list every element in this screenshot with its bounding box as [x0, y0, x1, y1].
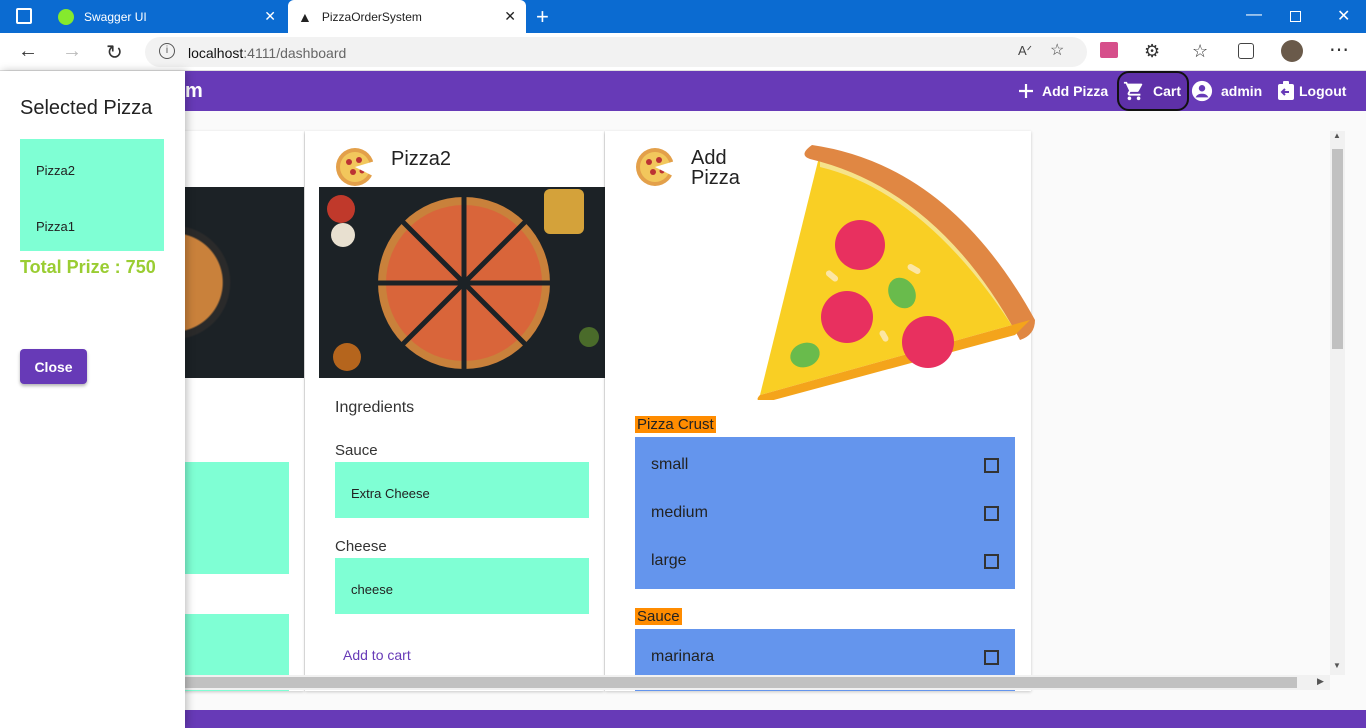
ingredients-heading: Ingredients	[335, 399, 415, 416]
user-menu[interactable]: admin	[1191, 71, 1262, 111]
bottom-bar	[185, 710, 1366, 728]
tab-pizzaordersystem[interactable]: ▲ PizzaOrderSystem ✕	[288, 0, 526, 33]
reload-icon[interactable]: ↻	[106, 40, 123, 65]
cheese-label: Cheese	[335, 538, 387, 555]
checkbox[interactable]	[984, 553, 999, 569]
option-label: marinara	[651, 648, 715, 665]
close-icon[interactable]: ✕	[264, 8, 276, 25]
pizza-crust-label: Pizza Crust	[635, 416, 716, 433]
tab-actions-icon[interactable]	[16, 8, 32, 24]
browser-address-row: ← → ↻ i localhost:4111/dashboard Aᐟ ☆ ⚙ …	[0, 33, 1366, 71]
extension-icon[interactable]	[1100, 42, 1118, 58]
option-label: medium	[651, 504, 708, 521]
pizza-title: Pizza2	[391, 148, 452, 170]
pizza-image	[319, 187, 605, 378]
selected-pizza-list: Pizza2 Pizza1	[20, 139, 164, 251]
back-icon[interactable]: ←	[18, 40, 38, 63]
tab-label: Swagger UI	[84, 9, 147, 24]
close-button[interactable]: Close	[20, 349, 87, 384]
dashboard-content: Pizza2 Ingredients Sauce Extra Cheese Ch…	[0, 111, 1366, 728]
cheese-value: cheese	[351, 582, 393, 597]
forward-icon[interactable]: →	[62, 40, 82, 63]
scroll-right-icon[interactable]: ▶	[1317, 676, 1324, 687]
scroll-down-icon[interactable]: ▼	[1333, 661, 1341, 670]
plus-icon	[1019, 84, 1033, 98]
app-title: m	[185, 80, 203, 102]
sauce-section-label: Sauce	[635, 608, 682, 625]
favorites-icon[interactable]: ☆	[1192, 41, 1208, 62]
pizza-avatar-icon	[636, 148, 675, 186]
collections-icon[interactable]	[1238, 43, 1254, 59]
favorite-add-icon[interactable]: ☆	[1050, 40, 1064, 60]
scroll-up-icon[interactable]: ▲	[1333, 131, 1341, 140]
window-close-icon[interactable]: ✕	[1337, 6, 1350, 26]
sauce-label: Sauce	[335, 442, 378, 459]
total-price: Total Prize : 750	[20, 257, 156, 277]
tab-swagger[interactable]: Swagger UI ✕	[50, 0, 286, 33]
horizontal-scrollbar[interactable]: ▶	[185, 675, 1330, 690]
logout-button[interactable]: Logout	[1277, 71, 1346, 111]
add-pizza-button[interactable]: Add Pizza	[1018, 71, 1108, 111]
checkbox[interactable]	[984, 649, 999, 665]
url-text: localhost:4111/dashboard	[188, 45, 347, 61]
browser-tab-strip: Swagger UI ✕ ▲ PizzaOrderSystem ✕ + — ✕	[0, 0, 1366, 33]
horizontal-scroll-thumb[interactable]	[185, 677, 1297, 688]
logout-icon	[1278, 81, 1294, 100]
sauce-value-box: Extra Cheese	[335, 462, 589, 518]
cart-button[interactable]: Cart	[1117, 71, 1190, 111]
vertical-scroll-thumb[interactable]	[1332, 149, 1343, 349]
sauce-option-marinara[interactable]: marinara	[635, 633, 1015, 681]
cheese-value-box: cheese	[335, 558, 589, 614]
crust-option-small[interactable]: small	[635, 441, 1015, 489]
extensions-puzzle-icon[interactable]: ⚙	[1144, 41, 1160, 62]
crust-option-large[interactable]: large	[635, 537, 1015, 585]
pizza-slice-illustration	[757, 145, 1035, 400]
option-label: small	[651, 456, 689, 473]
selected-pizza-drawer: Selected Pizza Pizza2 Pizza1 Total Prize…	[0, 71, 185, 728]
add-pizza-card: Add Pizza Pizza Crust small medium large…	[605, 131, 1035, 691]
pizza-avatar-icon	[336, 148, 375, 186]
account-circle-icon	[1191, 80, 1213, 102]
drawer-title: Selected Pizza	[20, 97, 153, 119]
minimize-icon[interactable]: —	[1246, 6, 1262, 24]
restore-icon[interactable]	[1290, 11, 1301, 22]
sauce-value: Extra Cheese	[351, 486, 430, 501]
angular-favicon-icon: ▲	[298, 8, 312, 25]
close-icon[interactable]: ✕	[504, 8, 516, 25]
pizza-card-2: Pizza2 Ingredients Sauce Extra Cheese Ch…	[305, 131, 605, 691]
checkbox[interactable]	[984, 505, 999, 521]
add-pizza-title-line2: Pizza	[691, 167, 740, 189]
selected-pizza-item: Pizza2	[36, 163, 76, 178]
address-bar[interactable]: i localhost:4111/dashboard Aᐟ ☆	[145, 37, 1087, 67]
vertical-scrollbar[interactable]: ▲ ▼	[1330, 131, 1345, 675]
swagger-favicon-icon	[58, 8, 74, 25]
cart-icon	[1123, 81, 1143, 101]
profile-avatar[interactable]	[1281, 40, 1303, 62]
app-toolbar: m Add Pizza Cart admin Logout	[0, 71, 1366, 111]
selected-pizza-item: Pizza1	[36, 219, 76, 234]
pizza-crust-options: small medium large	[635, 437, 1015, 589]
option-label: large	[651, 552, 687, 569]
pizza-photo-icon	[327, 189, 599, 371]
crust-option-medium[interactable]: medium	[635, 489, 1015, 537]
read-aloud-icon[interactable]: Aᐟ	[1018, 43, 1032, 59]
more-menu-icon[interactable]: ⋯	[1329, 37, 1349, 62]
add-to-cart-button[interactable]: Add to cart	[343, 647, 411, 663]
site-info-icon[interactable]: i	[159, 43, 175, 59]
tab-label: PizzaOrderSystem	[321, 9, 422, 24]
new-tab-icon[interactable]: +	[536, 4, 549, 30]
checkbox[interactable]	[984, 457, 999, 473]
